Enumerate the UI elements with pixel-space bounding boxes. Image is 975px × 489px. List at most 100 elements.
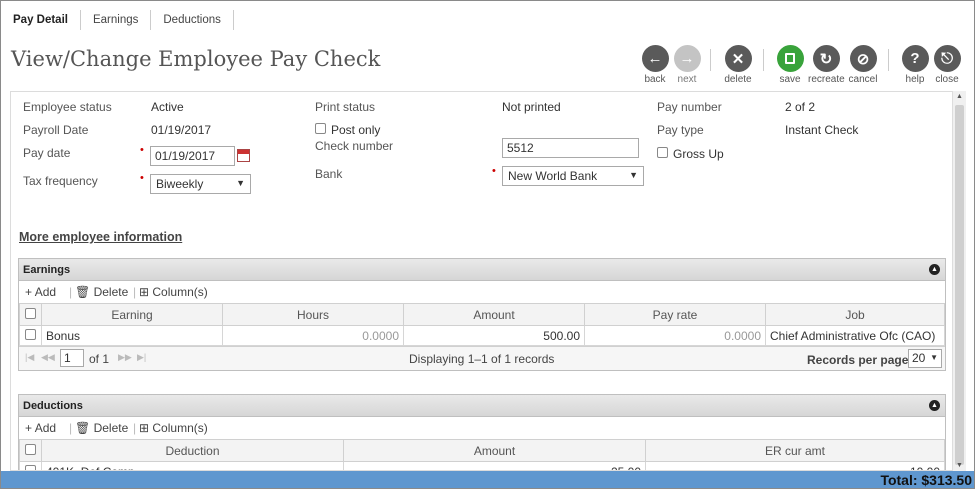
calendar-icon[interactable] [237, 149, 250, 162]
help-label: help [905, 74, 925, 85]
trash-icon: 🗑 [75, 285, 94, 299]
column-header-amount[interactable]: Amount [343, 439, 646, 462]
toolbar-divider: | [133, 421, 137, 435]
column-header-amount[interactable]: Amount [403, 303, 585, 326]
records-display-text: Displaying 1–1 of 1 records [409, 352, 555, 366]
toolbar: ← back → next ✕ delete save ↻ recreate ⊘… [637, 45, 967, 85]
close-x-icon: ✕ [724, 45, 752, 72]
table-header-row: Earning Hours Amount Pay rate Job [19, 303, 945, 326]
delete-label: Delete [93, 285, 129, 299]
column-header-deduction[interactable]: Deduction [41, 439, 344, 462]
refresh-icon: ↻ [812, 45, 840, 72]
tab-earnings[interactable]: Earnings [81, 10, 152, 30]
collapse-icon[interactable]: ▲ [929, 400, 940, 411]
pay-number-label: Pay number [657, 100, 722, 114]
total-bar: Total: $313.50 [1, 471, 974, 488]
select-all-checkbox[interactable] [25, 443, 36, 455]
tax-frequency-label: Tax frequency [23, 174, 98, 188]
table-header-row: Deduction Amount ER cur amt [19, 439, 945, 462]
check-number-input[interactable]: 5512 [502, 138, 639, 158]
bank-select[interactable]: New World Bank ▼ [502, 166, 644, 186]
tab-pay-detail[interactable]: Pay Detail [1, 10, 81, 30]
pay-date-input[interactable]: 01/19/2017 [150, 146, 235, 166]
payroll-date-label: Payroll Date [23, 123, 89, 137]
add-label: Add [34, 421, 57, 435]
column-header-er-cur-amt[interactable]: ER cur amt [645, 439, 945, 462]
column-header-pay-rate[interactable]: Pay rate [584, 303, 766, 326]
more-employee-info-link[interactable]: More employee information [19, 230, 182, 244]
select-all-checkbox[interactable] [25, 307, 36, 319]
arrow-left-icon: ← [641, 45, 669, 72]
earnings-pager: |◀ ◀◀ 1 of 1 ▶▶ ▶| Displaying 1–1 of 1 r… [19, 346, 945, 370]
prev-page-icon[interactable]: ◀◀ [41, 352, 55, 363]
add-earning-button[interactable]: + Add [25, 285, 56, 299]
gross-up-label: Gross Up [673, 147, 724, 161]
recreate-label: recreate [808, 74, 845, 85]
main-content: Employee status Active Payroll Date 01/1… [10, 91, 952, 471]
save-button[interactable]: save [772, 45, 808, 85]
earning-cell[interactable]: Bonus [41, 325, 223, 346]
delete-button[interactable]: ✕ delete [720, 45, 756, 85]
first-page-icon[interactable]: |◀ [25, 352, 34, 363]
deductions-panel-header: Deductions ▲ [19, 395, 945, 417]
deductions-toolbar: + Add | 🗑 Delete | ⊞ Column(s) [19, 417, 945, 439]
check-number-label: Check number [315, 139, 394, 153]
scroll-down-icon[interactable]: ▼ [956, 462, 963, 469]
tax-frequency-select[interactable]: Biweekly ▼ [150, 174, 251, 194]
column-header-hours[interactable]: Hours [222, 303, 404, 326]
chevron-down-icon: ▼ [930, 353, 938, 362]
table-row[interactable]: 401K, Def Comp 25.00 10.00 [19, 461, 945, 470]
pay-number-value: 2 of 2 [785, 100, 816, 114]
help-button[interactable]: ? help [897, 45, 933, 85]
required-indicator: • [140, 144, 144, 156]
close-label: close [935, 74, 959, 85]
add-deduction-button[interactable]: + Add [25, 421, 56, 435]
delete-earning-button[interactable]: 🗑 Delete [75, 285, 128, 299]
cancel-icon: ⊘ [849, 45, 877, 72]
post-only-checkbox[interactable] [315, 123, 326, 134]
cancel-button[interactable]: ⊘ cancel [845, 45, 881, 85]
page-number-input[interactable]: 1 [60, 349, 84, 367]
row-checkbox[interactable] [25, 328, 36, 340]
pay-date-label: Pay date [23, 146, 71, 160]
pay-rate-cell[interactable]: 0.0000 [584, 325, 766, 346]
delete-label: delete [724, 74, 752, 85]
amount-cell[interactable]: 25.00 [343, 461, 646, 470]
deductions-panel-title: Deductions [23, 400, 83, 412]
gross-up-checkbox[interactable] [657, 147, 668, 158]
columns-earning-button[interactable]: ⊞ Column(s) [139, 285, 208, 299]
collapse-icon[interactable]: ▲ [929, 264, 940, 275]
next-button[interactable]: → next [669, 45, 705, 85]
amount-cell[interactable]: 500.00 [403, 325, 585, 346]
column-header-earning[interactable]: Earning [41, 303, 223, 326]
job-cell[interactable]: Chief Administrative Ofc (CAO) [765, 325, 945, 346]
last-page-icon[interactable]: ▶| [137, 352, 146, 363]
deduction-cell[interactable]: 401K, Def Comp [41, 461, 344, 470]
back-button[interactable]: ← back [637, 45, 673, 85]
delete-deduction-button[interactable]: 🗑 Delete [75, 421, 128, 435]
toolbar-divider: | [69, 421, 73, 435]
scroll-up-icon[interactable]: ▲ [956, 93, 963, 100]
vertical-scrollbar[interactable]: ▲ ▼ [952, 91, 966, 471]
required-indicator: • [492, 165, 496, 177]
earnings-panel-title: Earnings [23, 264, 71, 276]
add-label: Add [34, 285, 57, 299]
plus-icon: + [25, 285, 35, 299]
save-icon [776, 45, 804, 72]
records-per-page-select[interactable]: 20 ▼ [908, 349, 942, 368]
next-label: next [677, 74, 697, 85]
column-header-job[interactable]: Job [765, 303, 945, 326]
columns-deduction-button[interactable]: ⊞ Column(s) [139, 421, 208, 435]
pay-type-label: Pay type [657, 123, 704, 137]
hours-cell[interactable]: 0.0000 [222, 325, 404, 346]
close-button[interactable]: ⎋ close [929, 45, 965, 85]
tab-deductions[interactable]: Deductions [151, 10, 234, 30]
recreate-button[interactable]: ↻ recreate [808, 45, 845, 85]
er-cur-amt-cell[interactable]: 10.00 [645, 461, 945, 470]
table-row[interactable]: Bonus 0.0000 500.00 0.0000 Chief Adminis… [19, 325, 945, 346]
next-page-icon[interactable]: ▶▶ [118, 352, 132, 363]
cancel-label: cancel [848, 74, 878, 85]
scrollbar-thumb[interactable] [955, 105, 964, 465]
trash-icon: 🗑 [75, 421, 94, 435]
select-all-cell [19, 439, 42, 462]
